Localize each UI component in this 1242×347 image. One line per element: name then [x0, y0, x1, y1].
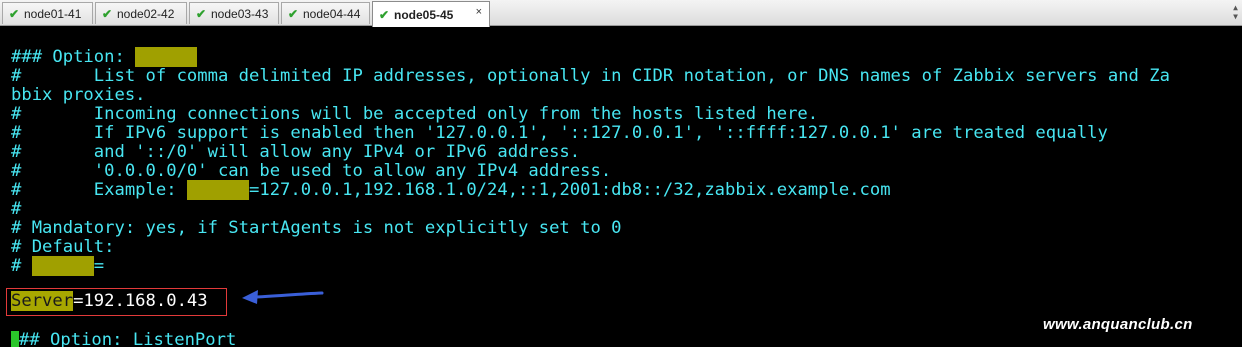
tab-node01[interactable]: ✔ node01-41 [2, 2, 93, 24]
tab-label: node04-44 [303, 6, 361, 21]
terminal-line: # Incoming connections will be accepted … [11, 104, 819, 124]
connected-check-icon: ✔ [9, 6, 20, 21]
tab-node05[interactable]: ✔ node05-45 × [372, 1, 490, 27]
tab-node03[interactable]: ✔ node03-43 [189, 2, 279, 24]
session-tab-bar: ✔ node01-41 ✔ node02-42 ✔ node03-43 ✔ no… [0, 0, 1242, 27]
connected-check-icon: ✔ [102, 6, 113, 21]
terminal-line: bbix proxies. [11, 85, 146, 105]
tab-label: node01-41 [24, 6, 82, 21]
close-tab-icon[interactable]: × [476, 6, 482, 18]
annotation-arrow-icon [242, 290, 324, 304]
connected-check-icon: ✔ [379, 7, 390, 22]
terminal-line: # Default: [11, 237, 115, 257]
tab-label: node03-43 [211, 6, 269, 21]
search-highlight: Server [186, 180, 250, 200]
tab-label: node02-42 [117, 6, 175, 21]
terminal-output[interactable]: ### Option: Server # List of comma delim… [0, 27, 1242, 347]
chevron-up-icon[interactable]: ▲ [1233, 3, 1238, 12]
tab-scroll-arrows: ▲ ▼ [1233, 3, 1238, 21]
chevron-down-icon[interactable]: ▼ [1233, 12, 1238, 21]
server-key: Server [11, 291, 74, 311]
server-config-line: Server=192.168.0.43 [11, 291, 208, 311]
watermark: www.anquanclub.cn [1043, 316, 1193, 333]
search-highlight: Server [135, 47, 198, 67]
terminal-line: # Server= [11, 256, 105, 276]
server-value: =192.168.0.43 [73, 291, 208, 311]
terminal-line: # Mandatory: yes, if StartAgents is not … [11, 218, 622, 238]
terminal-line: # List of comma delimited IP addresses, … [11, 66, 1170, 86]
connected-check-icon: ✔ [288, 6, 299, 21]
search-highlight: Server [31, 256, 94, 276]
terminal-line: ### Option: Server [11, 47, 198, 67]
terminal-line: # If IPv6 support is enabled then '127.0… [11, 123, 1108, 143]
terminal-line: # [11, 199, 22, 219]
terminal-line: # and '::/0' will allow any IPv4 or IPv6… [11, 142, 581, 162]
terminal-line: # '0.0.0.0/0' can be used to allow any I… [11, 161, 612, 181]
terminal-line: # Example: Server=127.0.0.1,192.168.1.0/… [11, 180, 891, 200]
terminal-line: ## Option: ListenPort [11, 331, 236, 347]
terminal-cursor [11, 331, 19, 347]
connected-check-icon: ✔ [196, 6, 207, 21]
tab-node02[interactable]: ✔ node02-42 [95, 2, 187, 24]
tab-node04[interactable]: ✔ node04-44 [281, 2, 370, 24]
terminal-app: ✔ node01-41 ✔ node02-42 ✔ node03-43 ✔ no… [0, 0, 1242, 347]
tab-label: node05-45 [394, 7, 454, 22]
